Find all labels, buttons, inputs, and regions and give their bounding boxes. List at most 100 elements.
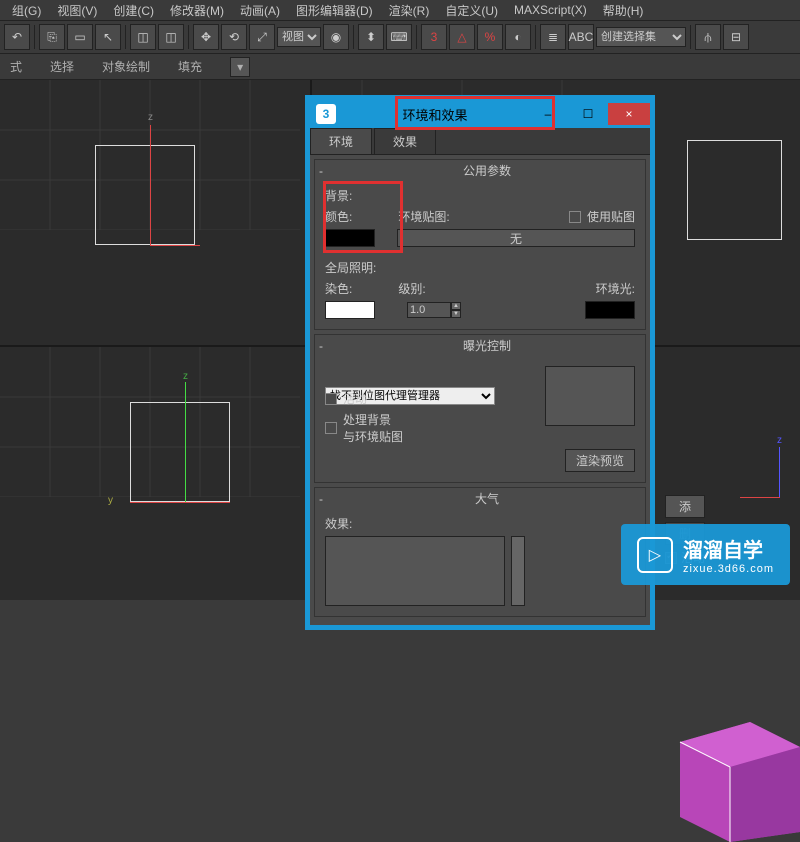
percent-snap-button[interactable]: % [477, 24, 503, 50]
ribbon-dropdown-icon[interactable]: ▾ [230, 57, 250, 77]
render-preview-button[interactable]: 渲染预览 [565, 449, 635, 472]
level-input[interactable] [407, 302, 451, 318]
selection-set-select[interactable]: 创建选择集 [596, 27, 686, 47]
wireframe-box [687, 140, 782, 240]
color-label: 颜色: [325, 208, 352, 225]
window-select-button[interactable]: ◫ [130, 24, 156, 50]
ambient-color-swatch[interactable] [585, 301, 635, 319]
process-bg-label: 处理背景 与环境贴图 [343, 411, 403, 445]
env-map-button[interactable]: 无 [397, 229, 635, 247]
crossing-select-button[interactable]: ◫ [158, 24, 184, 50]
ribbon-bar: 式 选择 对象绘制 填充 ▾ [0, 54, 800, 80]
ribbon-object-paint[interactable]: 对象绘制 [102, 58, 150, 75]
rotate-button[interactable]: ⟲ [221, 24, 247, 50]
list-scrollbar[interactable] [511, 536, 525, 606]
spinner-down-icon[interactable]: ▼ [451, 310, 461, 318]
maximize-button[interactable]: ☐ [568, 103, 608, 125]
main-toolbar: ↶ ⎘ ▭ ↖ ◫ ◫ ✥ ⟲ ⤢ 视图 ◉ ⬍ ⌨ 3 △ % ◐ ≣ ABC… [0, 20, 800, 54]
select-button[interactable]: ▭ [67, 24, 93, 50]
spinner-up-icon[interactable]: ▲ [451, 302, 461, 310]
scale-button[interactable]: ⤢ [249, 24, 275, 50]
watermark: ▷ 溜溜自学 zixue.3d66.com [621, 524, 790, 585]
selection-set-button[interactable]: ABC [568, 24, 594, 50]
play-icon: ▷ [637, 537, 673, 573]
align-button[interactable]: ⊟ [723, 24, 749, 50]
section-exposure: - 曝光控制 找不到位图代理管理器 活动 处理背景 与环境贴图 [314, 334, 646, 483]
purple-3d-box [670, 702, 800, 842]
tint-color-swatch[interactable] [325, 301, 375, 319]
wireframe-box [95, 145, 195, 245]
close-button[interactable]: × [608, 103, 650, 125]
level-label: 级别: [398, 280, 425, 297]
exposure-preview [545, 366, 635, 426]
minimize-button[interactable]: – [528, 103, 568, 125]
mirror-button[interactable]: ⫛ [695, 24, 721, 50]
ribbon-select[interactable]: 选择 [50, 58, 74, 75]
dialog-title: 环境和效果 [342, 105, 528, 124]
ribbon-mode[interactable]: 式 [10, 58, 22, 75]
section-title: 公用参数 [333, 162, 641, 179]
dialog-tabs: 环境 效果 [310, 128, 650, 155]
watermark-url: zixue.3d66.com [683, 563, 774, 575]
process-bg-checkbox[interactable] [325, 422, 337, 434]
menu-animation[interactable]: 动画(A) [232, 2, 288, 19]
ambient-label: 环境光: [596, 280, 635, 297]
tab-effects[interactable]: 效果 [374, 128, 436, 154]
menu-modifiers[interactable]: 修改器(M) [162, 2, 232, 19]
spinner-snap-button[interactable]: ◐ [505, 24, 531, 50]
menu-help[interactable]: 帮助(H) [595, 2, 652, 19]
menu-view[interactable]: 视图(V) [49, 2, 105, 19]
section-title: 曝光控制 [333, 337, 641, 354]
axis-z-label: z [777, 435, 782, 446]
active-label: 活动 [343, 390, 367, 407]
menu-rendering[interactable]: 渲染(R) [381, 2, 438, 19]
menu-create[interactable]: 创建(C) [105, 2, 162, 19]
axis-z-label: z [183, 371, 188, 382]
dialog-titlebar[interactable]: 3 环境和效果 – ☐ × [310, 100, 650, 128]
atmosphere-effects-list[interactable] [325, 536, 505, 606]
named-selection-button[interactable]: ≣ [540, 24, 566, 50]
tab-environment[interactable]: 环境 [310, 128, 372, 154]
ribbon-populate[interactable]: 填充 [178, 58, 202, 75]
level-spinner[interactable]: ▲▼ [407, 302, 461, 318]
dialog-app-icon: 3 [316, 104, 336, 124]
link-button[interactable]: ⎘ [39, 24, 65, 50]
wireframe-box [130, 402, 230, 502]
viewport-bottom-left[interactable]: y z [0, 347, 310, 600]
menu-group[interactable]: 组(G) [4, 2, 49, 19]
angle-snap-button[interactable]: △ [449, 24, 475, 50]
section-common-params: - 公用参数 背景: 颜色: 环境贴图: 使用贴图 无 全局照明: [314, 159, 646, 330]
watermark-title: 溜溜自学 [683, 534, 774, 563]
axis-y-label: y [108, 495, 113, 506]
move-button[interactable]: ✥ [193, 24, 219, 50]
add-button[interactable]: 添 [665, 495, 705, 518]
menu-customize[interactable]: 自定义(U) [437, 2, 506, 19]
viewport-top-left[interactable]: z [0, 80, 310, 345]
collapse-icon[interactable]: - [319, 339, 333, 353]
tint-label: 染色: [325, 280, 352, 297]
global-light-label: 全局照明: [325, 259, 635, 276]
menu-graph-editors[interactable]: 图形编辑器(D) [288, 2, 381, 19]
collapse-icon[interactable]: - [319, 164, 333, 178]
effects-label: 效果: [325, 515, 635, 532]
use-map-checkbox[interactable] [569, 211, 581, 223]
collapse-icon[interactable]: - [319, 492, 333, 506]
section-title: 大气 [333, 490, 641, 507]
menu-maxscript[interactable]: MAXScript(X) [506, 3, 595, 17]
env-map-label: 环境贴图: [398, 208, 449, 225]
section-atmosphere: - 大气 效果: [314, 487, 646, 617]
reference-coord-select[interactable]: 视图 [277, 27, 321, 47]
snap-toggle-button[interactable]: 3 [421, 24, 447, 50]
keyboard-shortcut-button[interactable]: ⌨ [386, 24, 412, 50]
manipulate-button[interactable]: ⬍ [358, 24, 384, 50]
pivot-button[interactable]: ◉ [323, 24, 349, 50]
select-arrow-button[interactable]: ↖ [95, 24, 121, 50]
axis-x [740, 497, 780, 498]
active-checkbox[interactable] [325, 393, 337, 405]
axis-z-label: z [148, 112, 153, 123]
undo-button[interactable]: ↶ [4, 24, 30, 50]
use-map-label: 使用贴图 [587, 208, 635, 225]
background-color-swatch[interactable] [325, 229, 375, 247]
menu-bar: 组(G) 视图(V) 创建(C) 修改器(M) 动画(A) 图形编辑器(D) 渲… [0, 0, 800, 20]
environment-effects-dialog: 3 环境和效果 – ☐ × 环境 效果 - 公用参数 背景: 颜色: 环境贴图: [305, 95, 655, 630]
